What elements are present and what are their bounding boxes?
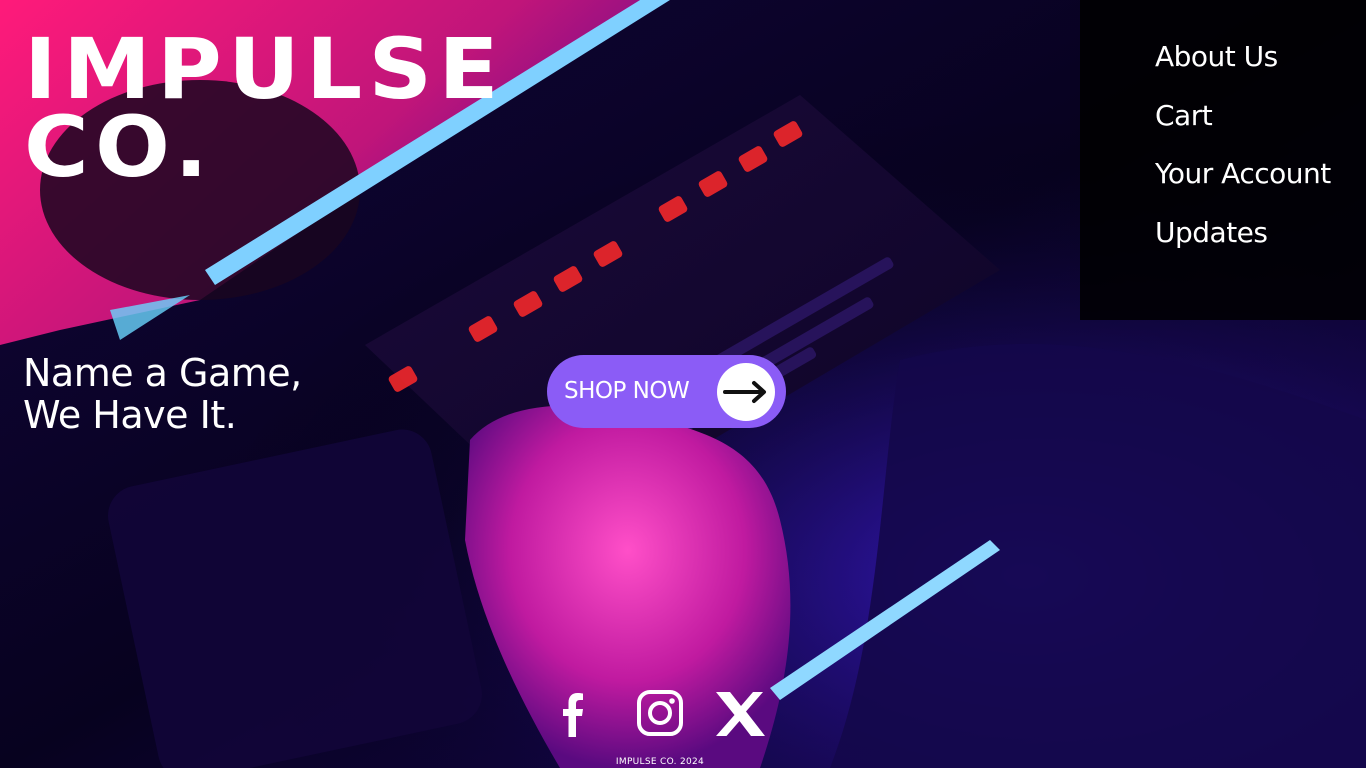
arrow-right-icon: [717, 363, 775, 421]
nav-your-account[interactable]: Your Account: [1155, 157, 1360, 191]
brand-logo[interactable]: IMPULSE CO.: [24, 27, 505, 189]
nav-cart[interactable]: Cart: [1155, 99, 1360, 133]
main-nav: About Us Cart Your Account Updates: [1155, 40, 1360, 274]
shop-now-button[interactable]: SHOP NOW: [547, 355, 786, 428]
nav-about-us[interactable]: About Us: [1155, 40, 1360, 74]
facebook-icon[interactable]: [547, 689, 599, 739]
tagline-line-2: We Have It.: [23, 393, 237, 437]
copyright-text: IMPULSE CO. 2024: [615, 757, 705, 767]
tagline-line-1: Name a Game,: [23, 351, 302, 395]
instagram-icon[interactable]: [634, 689, 686, 739]
hero-tagline: Name a Game, We Have It.: [23, 352, 302, 436]
landing-page: IMPULSE CO. About Us Cart Your Account U…: [0, 0, 1366, 768]
nav-updates[interactable]: Updates: [1155, 216, 1360, 250]
shop-now-label: SHOP NOW: [564, 378, 690, 404]
x-icon[interactable]: [714, 689, 766, 739]
